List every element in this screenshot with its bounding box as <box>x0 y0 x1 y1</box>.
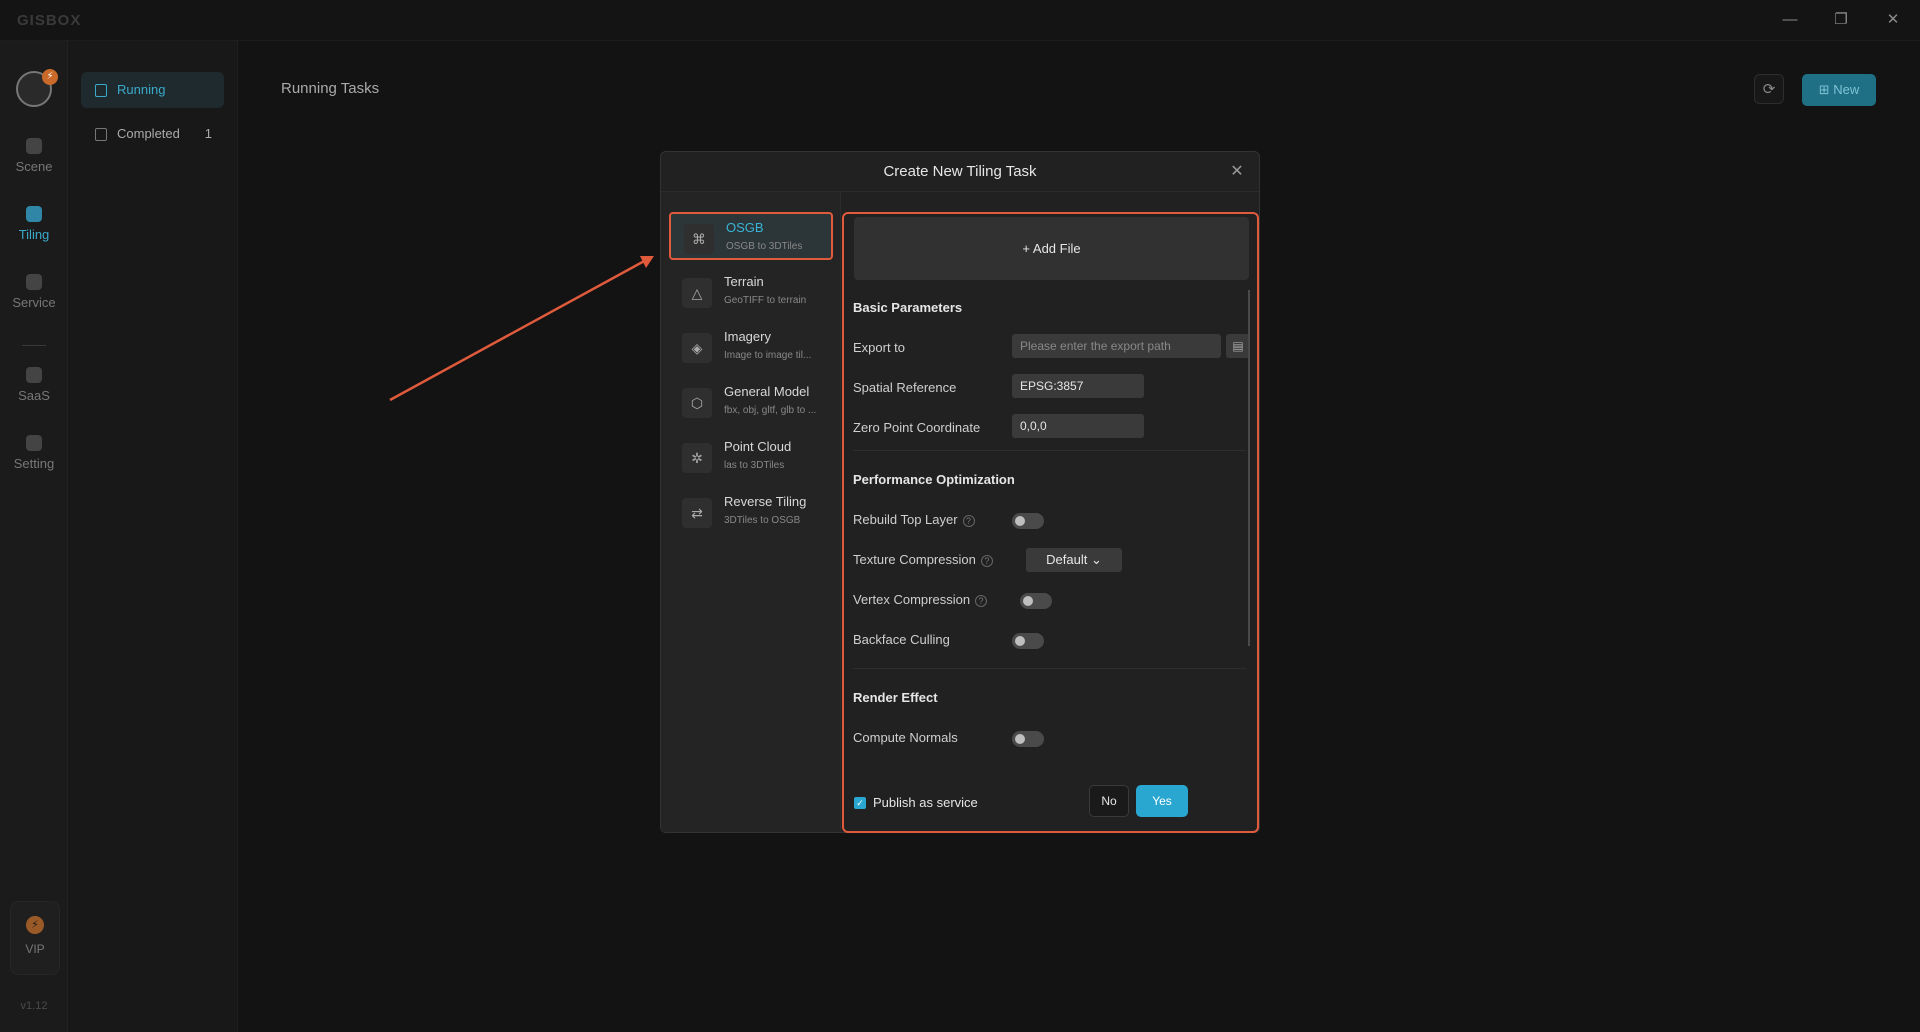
no-button[interactable]: No <box>1089 785 1129 817</box>
chevron-down-icon: ⌄ <box>1090 552 1102 567</box>
type-desc: las to 3DTiles <box>724 460 785 471</box>
spatial-reference-input[interactable] <box>1012 374 1144 398</box>
close-icon[interactable]: ✕ <box>1227 162 1247 182</box>
type-item-reverse-tiling[interactable]: ⇄ Reverse Tiling 3DTiles to OSGB <box>669 488 833 536</box>
texture-label-text: Texture Compression <box>853 552 976 567</box>
zero-point-input[interactable] <box>1012 414 1144 438</box>
backface-culling-toggle[interactable] <box>1012 633 1044 649</box>
type-item-osgb[interactable]: ⌘ OSGB OSGB to 3DTiles <box>669 212 833 260</box>
terrain-icon: △ <box>682 278 712 308</box>
export-path-input[interactable] <box>1012 334 1221 358</box>
imagery-icon: ◈ <box>682 333 712 363</box>
vertex-label-text: Vertex Compression <box>853 592 971 607</box>
type-name: Reverse Tiling <box>724 494 807 509</box>
type-name: General Model <box>724 384 810 399</box>
type-name: Terrain <box>724 274 764 289</box>
task-settings-panel: + Add File Basic Parameters Export to ▤ … <box>842 212 1259 833</box>
task-type-list: ⌘ OSGB OSGB to 3DTiles △ Terrain GeoTIFF… <box>661 192 841 832</box>
type-item-terrain[interactable]: △ Terrain GeoTIFF to terrain <box>669 268 833 316</box>
toggle-knob <box>1023 596 1033 606</box>
compute-normals-toggle[interactable] <box>1012 731 1044 747</box>
vertex-compression-toggle[interactable] <box>1020 593 1052 609</box>
vertex-compression-label: Vertex Compression? <box>853 592 988 607</box>
panel-scrollbar[interactable] <box>1248 290 1250 646</box>
section-title-performance: Performance Optimization <box>853 472 1015 487</box>
help-icon[interactable]: ? <box>962 514 975 527</box>
rebuild-top-layer-label: Rebuild Top Layer? <box>853 512 975 527</box>
type-item-general-model[interactable]: ⬡ General Model fbx, obj, gltf, glb to .… <box>669 378 833 426</box>
reverse-icon: ⇄ <box>682 498 712 528</box>
type-name: Point Cloud <box>724 439 792 454</box>
help-icon[interactable]: ? <box>975 594 988 607</box>
osgb-icon: ⌘ <box>684 224 714 254</box>
section-title-render: Render Effect <box>853 690 938 705</box>
type-item-point-cloud[interactable]: ✲ Point Cloud las to 3DTiles <box>669 433 833 481</box>
cube-icon: ⬡ <box>682 388 712 418</box>
toggle-knob <box>1015 636 1025 646</box>
compute-normals-label: Compute Normals <box>853 730 958 745</box>
type-desc: 3DTiles to OSGB <box>724 515 801 526</box>
texture-compression-label: Texture Compression? <box>853 552 993 567</box>
zero-point-label: Zero Point Coordinate <box>853 420 981 435</box>
type-desc: GeoTIFF to terrain <box>724 295 807 306</box>
rebuild-top-layer-toggle[interactable] <box>1012 513 1044 529</box>
help-icon[interactable]: ? <box>980 554 993 567</box>
yes-button[interactable]: Yes <box>1136 785 1188 817</box>
type-desc: Image to image til... <box>724 350 812 361</box>
spatial-reference-label: Spatial Reference <box>853 380 957 395</box>
section-divider <box>853 668 1246 669</box>
toggle-knob <box>1015 516 1025 526</box>
type-desc: fbx, obj, gltf, glb to ... <box>724 405 817 416</box>
type-item-imagery[interactable]: ◈ Imagery Image to image til... <box>669 323 833 371</box>
create-tiling-task-dialog: Create New Tiling Task ✕ ⌘ OSGB OSGB to … <box>660 151 1260 833</box>
add-file-button[interactable]: + Add File <box>854 217 1249 280</box>
backface-culling-label: Backface Culling <box>853 632 950 647</box>
texture-compression-select[interactable]: Default ⌄ <box>1026 548 1122 572</box>
browse-folder-icon[interactable]: ▤ <box>1226 334 1250 358</box>
publish-service-checkbox[interactable]: ✓ <box>854 797 866 809</box>
section-divider <box>853 450 1246 451</box>
type-name: Imagery <box>724 329 771 344</box>
toggle-knob <box>1015 734 1025 744</box>
type-desc: OSGB to 3DTiles <box>726 241 803 252</box>
export-label: Export to <box>853 340 906 355</box>
section-title-basic: Basic Parameters <box>853 300 963 315</box>
select-value: Default <box>1046 552 1088 567</box>
rebuild-label-text: Rebuild Top Layer <box>853 512 958 527</box>
publish-service-label: Publish as service <box>873 795 978 810</box>
type-name: OSGB <box>726 220 764 235</box>
dialog-title: Create New Tiling Task <box>661 152 1259 192</box>
point-cloud-icon: ✲ <box>682 443 712 473</box>
